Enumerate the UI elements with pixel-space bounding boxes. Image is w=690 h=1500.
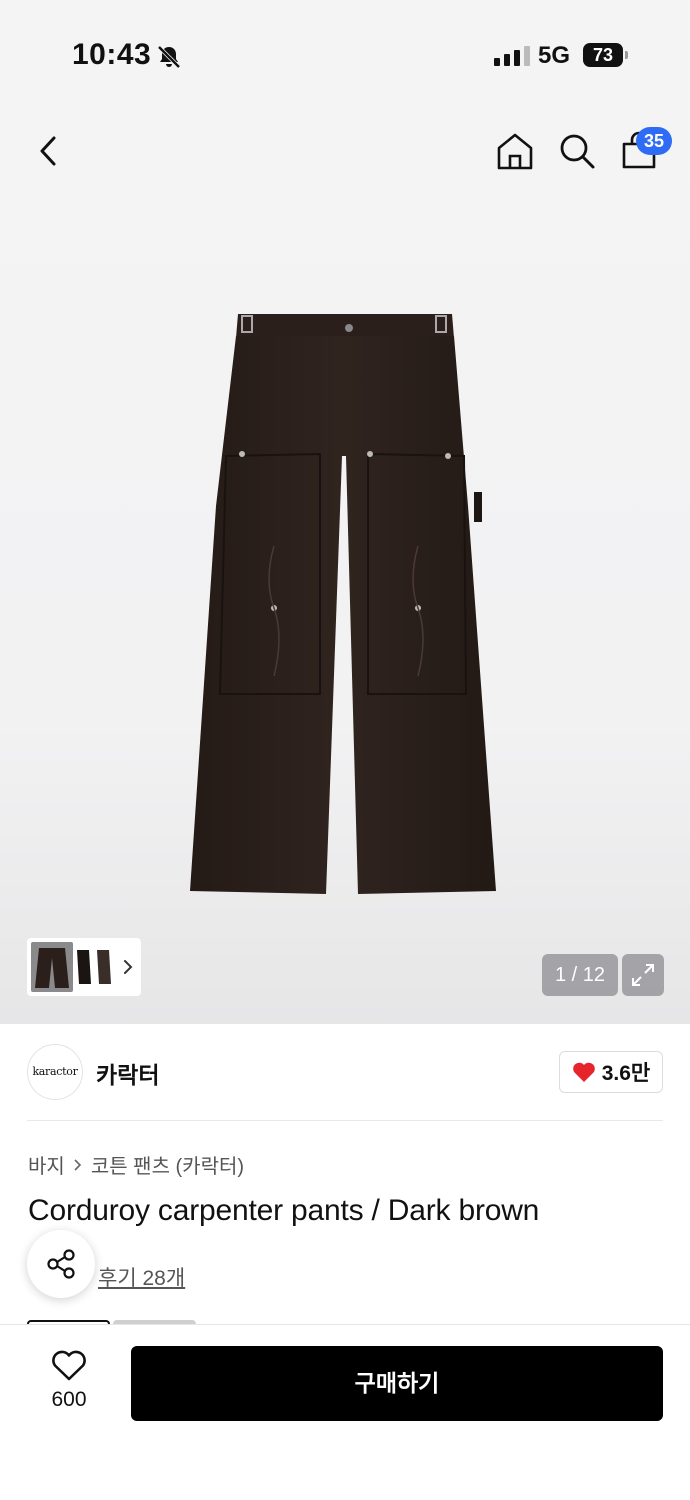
brand-like-count: 3.6만 [601,1062,651,1085]
expand-icon [632,964,654,986]
thumbnail-2[interactable] [75,944,115,990]
wishlist-button[interactable]: 600 [38,1346,100,1418]
divider [27,1120,663,1121]
brand-like-button[interactable]: 3.6만 [559,1051,663,1093]
heart-filled-icon [572,1062,595,1082]
brand-name[interactable]: 카락터 [96,1056,159,1090]
status-time: 10:43 [72,38,152,71]
cart-count-badge: 35 [636,127,672,155]
signal-icon [494,46,530,66]
thumbnail-1[interactable] [31,942,73,992]
heart-outline-icon [52,1350,86,1381]
share-icon [47,1249,75,1279]
buy-button[interactable]: 구매하기 [131,1346,663,1421]
chevron-right-icon [74,1158,81,1171]
share-button[interactable] [27,1230,95,1298]
home-icon[interactable] [494,130,536,172]
thumbnail-strip[interactable] [27,938,141,996]
brand-logo[interactable]: karactor [27,1044,83,1100]
product-image [190,314,496,894]
chevron-right-icon[interactable] [121,956,135,978]
silent-bell-icon [157,45,181,69]
battery-tip [625,51,628,59]
wishlist-count: 600 [51,1388,87,1411]
review-link[interactable]: 후기 28개 [98,1262,185,1292]
image-counter: 1 / 12 [542,954,618,996]
expand-button[interactable] [622,954,664,996]
search-icon[interactable] [556,130,598,172]
product-title: Corduroy carpenter pants / Dark brown [28,1194,540,1227]
battery-icon: 73 [583,43,623,67]
breadcrumb-category[interactable]: 바지 [28,1150,65,1179]
back-icon[interactable] [30,128,70,174]
status-bar: 10:43 5G 73 [0,0,690,100]
breadcrumb: 바지 코튼 팬츠 (카락터) [28,1150,244,1179]
network-label: 5G [538,42,571,69]
breadcrumb-subcategory[interactable]: 코튼 팬츠 (카락터) [91,1150,244,1179]
